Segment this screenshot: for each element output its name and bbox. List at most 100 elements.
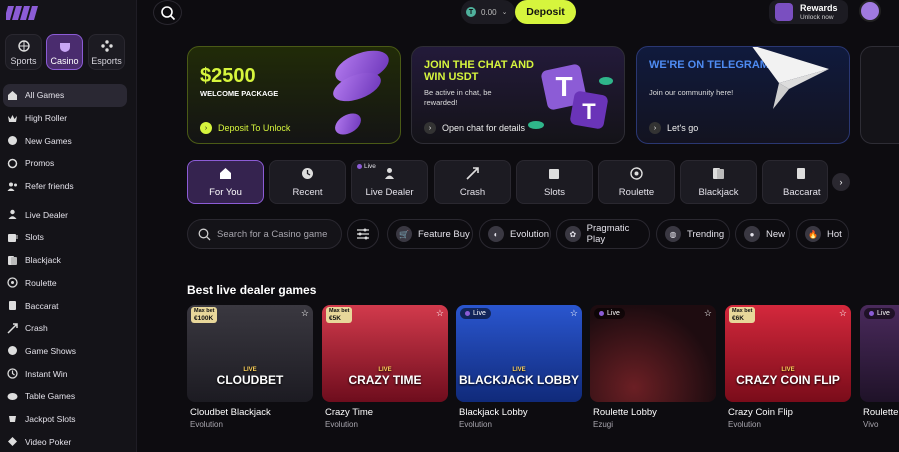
live-badge: Live xyxy=(864,308,895,319)
sidebar-item-label: High Roller xyxy=(25,113,68,124)
avatar[interactable] xyxy=(859,0,881,22)
rewards-button[interactable]: Rewards Unlock now xyxy=(769,0,848,24)
balance-selector[interactable]: T 0.00 ⌄ xyxy=(461,0,515,24)
sidebar-item-label: Baccarat xyxy=(25,300,59,311)
live-badge: Live xyxy=(357,163,376,170)
promo-cta-label: Open chat for details xyxy=(442,123,526,133)
svg-text:T: T xyxy=(555,71,572,102)
filter-trending[interactable]: ◍ Trending xyxy=(656,219,730,249)
search-input[interactable] xyxy=(217,228,337,240)
tab-label: Baccarat xyxy=(783,186,821,198)
promo-welcome-package[interactable]: $2500 WELCOME PACKAGE › Deposit To Unlock xyxy=(187,46,401,144)
promo-cta[interactable]: › Let's go xyxy=(649,122,698,134)
promo-cta[interactable]: › Open chat for details xyxy=(424,122,525,134)
game-card-crazy-coin-flip[interactable]: Max bet €6K ☆ LIVE CRAZY COIN FLIP xyxy=(725,305,851,402)
game-title[interactable]: Blackjack Lobby xyxy=(459,407,528,418)
favorite-star-icon[interactable]: ☆ xyxy=(436,308,444,319)
promo-cta-label: Let's go xyxy=(667,123,699,133)
game-card-blackjack-lobby[interactable]: Live ☆ LIVE BLACKJACK LOBBY xyxy=(456,305,582,402)
game-title[interactable]: Roulette xyxy=(863,407,899,418)
game-title[interactable]: Crazy Time xyxy=(325,407,373,418)
game-card-cloudbet-blackjack[interactable]: Max bet €100K ☆ LIVE CLOUDBET xyxy=(187,305,313,402)
pill-label: Evolution xyxy=(510,228,550,240)
sidebar-item-instant-win[interactable]: Instant Win xyxy=(0,362,137,385)
sidebar-item-label: Live Dealer xyxy=(25,209,68,220)
game-title[interactable]: Crazy Coin Flip xyxy=(728,407,793,418)
sidebar-item-refer-friends[interactable]: Refer friends xyxy=(0,175,137,198)
sidebar-item-high-roller[interactable]: High Roller xyxy=(0,107,137,130)
game-card-roulette-lobby[interactable]: Live ☆ xyxy=(590,305,716,402)
game-title[interactable]: Roulette Lobby xyxy=(593,407,657,418)
game-provider: Ezugi xyxy=(593,420,614,429)
deposit-button[interactable]: Deposit xyxy=(515,0,576,24)
segment-sports[interactable]: Sports xyxy=(5,34,42,70)
sidebar-item-label: Blackjack xyxy=(25,255,61,266)
game-art: LIVE CRAZY TIME xyxy=(348,367,422,387)
tab-recent[interactable]: Recent xyxy=(269,160,346,204)
sidebar-nav: All Games High Roller New Games Promos R… xyxy=(0,84,137,452)
segment-esports[interactable]: Esports xyxy=(88,34,125,70)
sidebar-item-slots[interactable]: Slots xyxy=(0,226,137,249)
sidebar: Sports Casino Esports All Games High Rol… xyxy=(0,0,137,452)
filter-button[interactable] xyxy=(347,219,379,249)
promo-amount: $2500 xyxy=(200,65,256,87)
favorite-star-icon[interactable]: ☆ xyxy=(704,308,712,319)
rewards-title: Rewards xyxy=(800,3,838,13)
game-provider: Vivo xyxy=(863,420,879,429)
tab-roulette[interactable]: Roulette xyxy=(598,160,675,204)
tab-slots[interactable]: Slots xyxy=(516,160,593,204)
brand-logo[interactable] xyxy=(6,4,40,22)
promo-next[interactable] xyxy=(860,46,899,144)
filter-new[interactable]: ● New xyxy=(735,219,790,249)
sidebar-item-table-games[interactable]: Table Games xyxy=(0,385,137,408)
tabs-next-button[interactable]: › xyxy=(832,173,850,191)
pill-label: Trending xyxy=(687,228,725,240)
search-icon xyxy=(160,5,175,20)
search-button[interactable] xyxy=(153,0,182,25)
filter-hot[interactable]: 🔥 Hot xyxy=(796,219,849,249)
promo-chat[interactable]: JOIN THE CHAT AND WIN USDT Be active in … xyxy=(411,46,625,144)
filter-evolution[interactable]: ◐ Evolution xyxy=(479,219,551,249)
tab-blackjack[interactable]: Blackjack xyxy=(680,160,757,204)
promo-cta[interactable]: › Deposit To Unlock xyxy=(200,122,290,134)
sidebar-item-jackpot-slots[interactable]: Jackpot Slots xyxy=(0,408,137,431)
roulette-icon xyxy=(630,167,644,181)
segment-casino[interactable]: Casino xyxy=(46,34,83,70)
usdt-tokens-illustration: T T xyxy=(528,64,613,129)
filter-feature-buy[interactable]: 🛒 Feature Buy xyxy=(387,219,473,249)
sidebar-item-blackjack[interactable]: Blackjack xyxy=(0,249,137,272)
crash-icon xyxy=(7,322,18,334)
sidebar-item-video-poker[interactable]: Video Poker xyxy=(0,430,137,452)
filter-pragmatic-play[interactable]: ✿ Pragmatic Play xyxy=(556,219,650,249)
sidebar-item-promos[interactable]: Promos xyxy=(0,152,137,175)
tab-crash[interactable]: Crash xyxy=(434,160,511,204)
promo-telegram[interactable]: WE'RE ON TELEGRAM Join our community her… xyxy=(636,46,850,144)
sidebar-item-label: Refer friends xyxy=(25,181,74,192)
sidebar-item-live-dealer[interactable]: Live Dealer xyxy=(0,203,137,226)
search-icon xyxy=(198,228,211,240)
sidebar-item-roulette[interactable]: Roulette xyxy=(0,272,137,295)
sidebar-item-baccarat[interactable]: Baccarat xyxy=(0,294,137,317)
favorite-star-icon[interactable]: ☆ xyxy=(301,308,309,319)
tab-baccarat[interactable]: Baccarat xyxy=(762,160,828,204)
gift-icon xyxy=(775,3,793,21)
game-card-roulette[interactable]: Live xyxy=(860,305,899,402)
sidebar-item-game-shows[interactable]: Game Shows xyxy=(0,340,137,363)
sidebar-item-all-games[interactable]: All Games xyxy=(3,84,127,107)
sidebar-item-new-games[interactable]: New Games xyxy=(0,129,137,152)
chevron-down-icon: ⌄ xyxy=(501,9,508,16)
tab-label: Crash xyxy=(459,186,486,198)
tab-live-dealer[interactable]: Live Live Dealer xyxy=(351,160,428,204)
casino-search-field[interactable] xyxy=(187,219,342,249)
esports-icon xyxy=(100,39,114,53)
sidebar-item-crash[interactable]: Crash xyxy=(0,317,137,340)
favorite-star-icon[interactable]: ☆ xyxy=(839,308,847,319)
crash-icon xyxy=(466,167,480,181)
pill-label: Pragmatic Play xyxy=(586,223,630,245)
new-icon xyxy=(7,135,18,146)
favorite-star-icon[interactable]: ☆ xyxy=(570,308,578,319)
game-card-crazy-time[interactable]: Max bet €5K ☆ LIVE CRAZY TIME xyxy=(322,305,448,402)
promo-icon xyxy=(7,158,18,169)
tab-for-you[interactable]: For You xyxy=(187,160,264,204)
game-title[interactable]: Cloudbet Blackjack xyxy=(190,407,271,418)
